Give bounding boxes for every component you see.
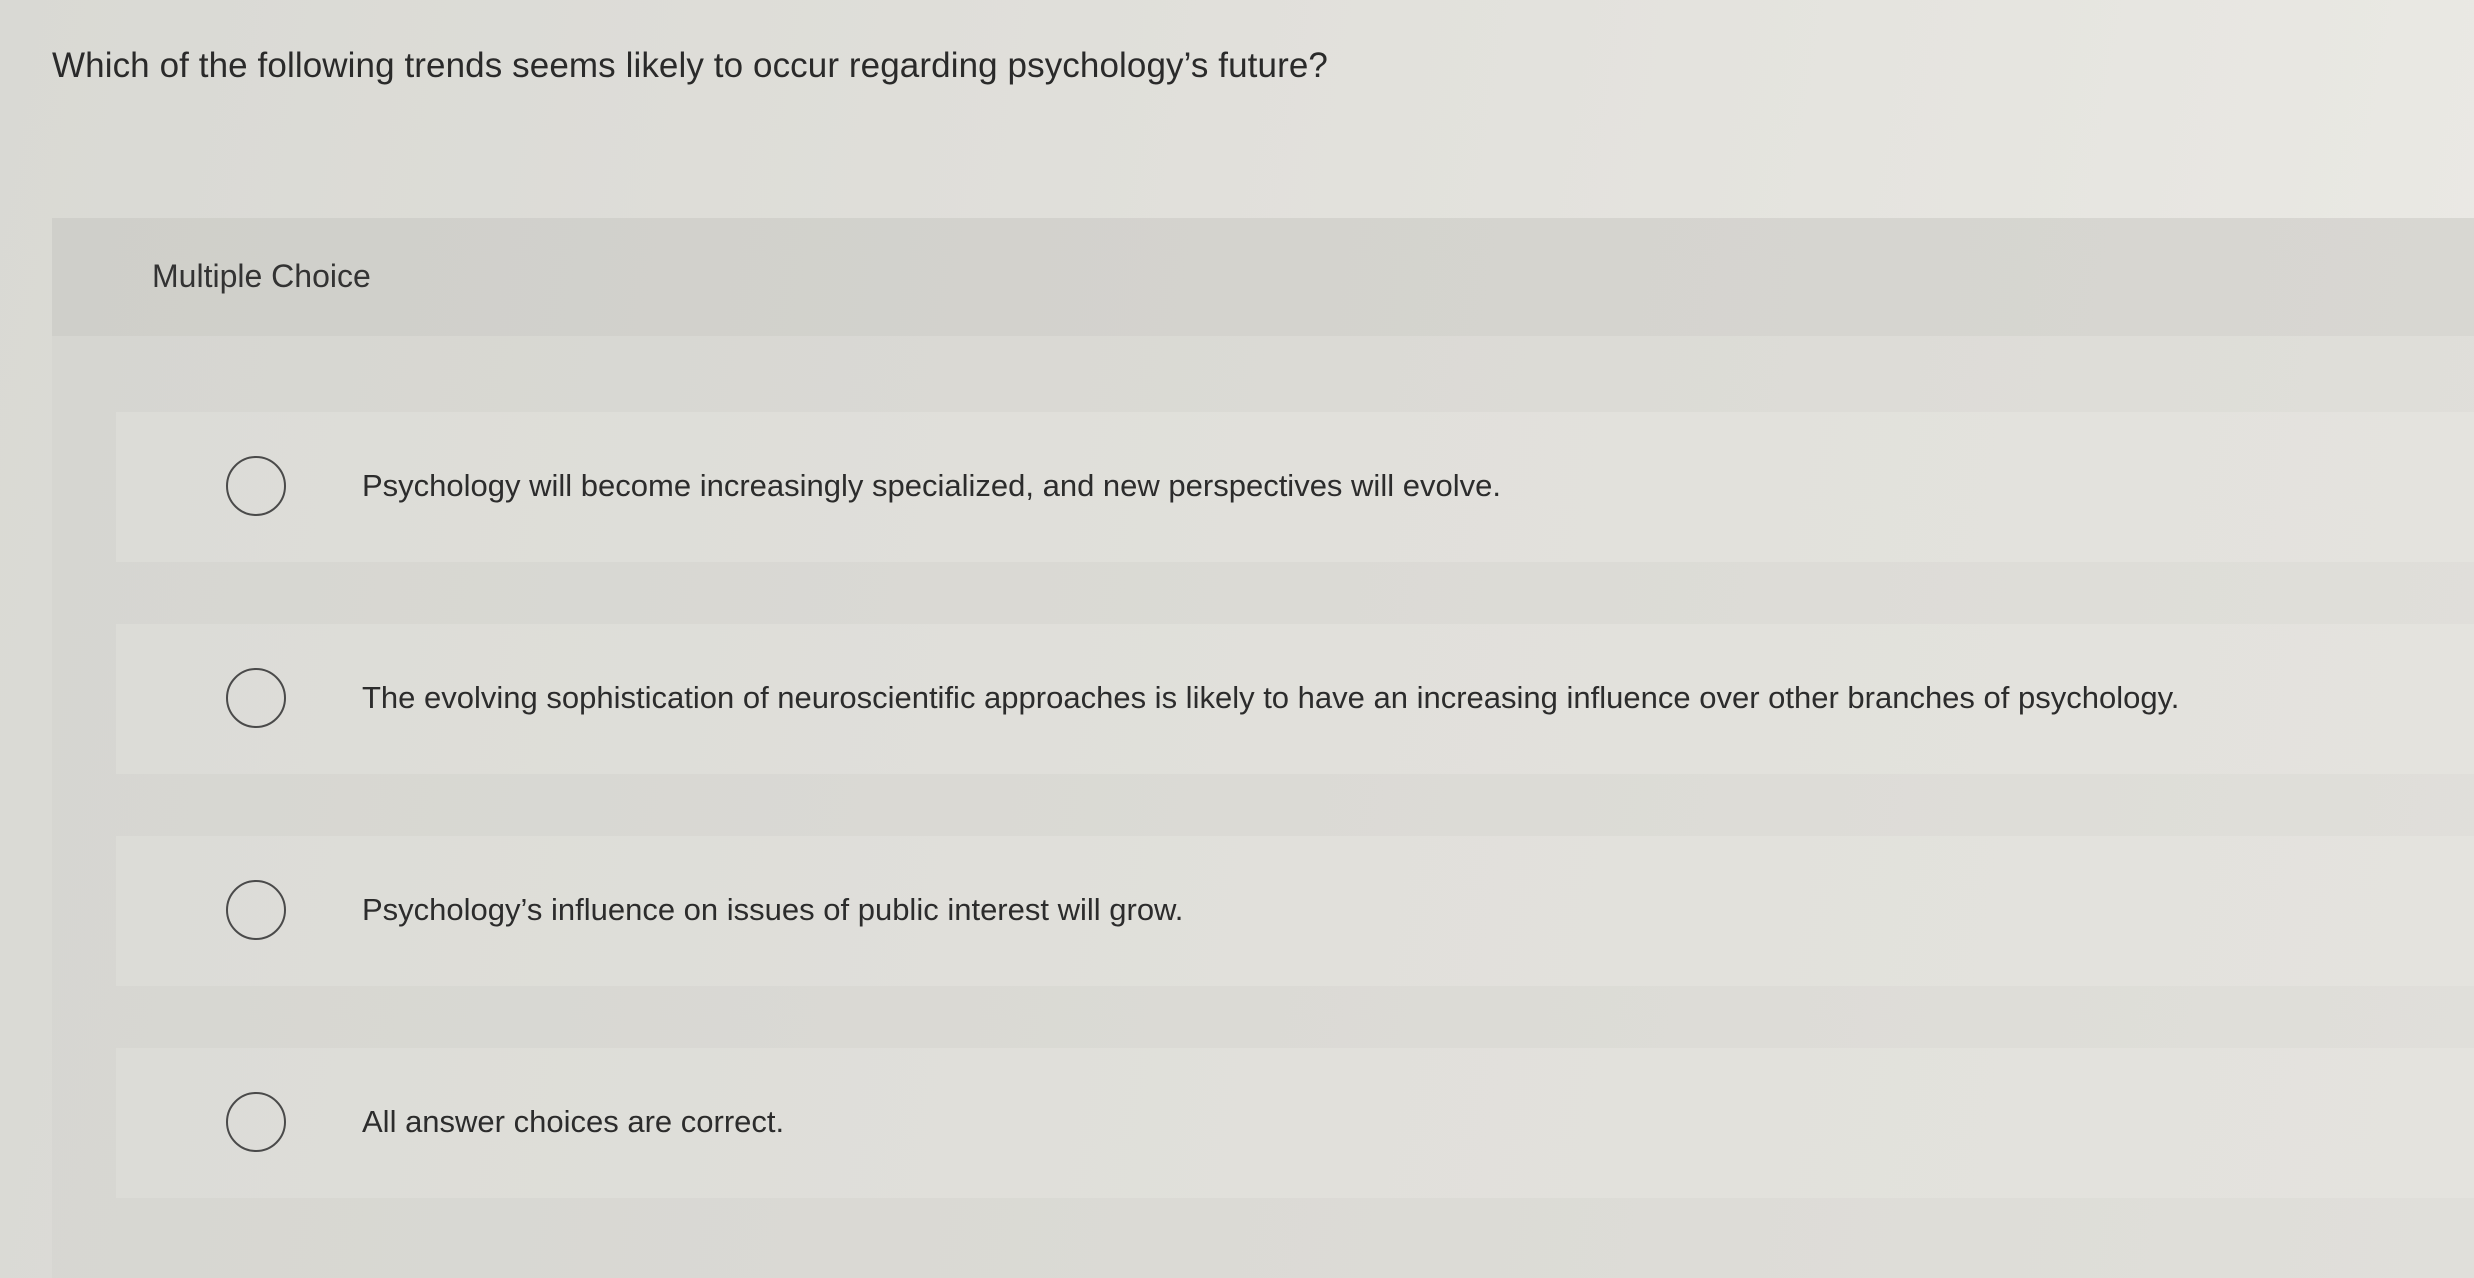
answer-option-1[interactable]: Psychology will become increasingly spec… — [116, 412, 2474, 562]
radio-button-icon[interactable] — [226, 668, 286, 728]
radio-button-icon[interactable] — [226, 1092, 286, 1152]
answer-option-label[interactable]: The evolving sophistication of neuroscie… — [362, 680, 2179, 716]
question-type-label: Multiple Choice — [152, 258, 371, 294]
radio-button-icon[interactable] — [226, 880, 286, 940]
answer-option-label[interactable]: All answer choices are correct. — [362, 1104, 784, 1140]
answer-option-3[interactable]: Psychology’s influence on issues of publ… — [116, 836, 2474, 986]
answer-options: Psychology will become increasingly spec… — [116, 412, 2474, 1260]
answer-option-4[interactable]: All answer choices are correct. — [116, 1048, 2474, 1198]
answer-option-2[interactable]: The evolving sophistication of neuroscie… — [116, 624, 2474, 774]
radio-button-icon[interactable] — [226, 456, 286, 516]
panel-header: Multiple Choice — [52, 218, 2474, 336]
answer-option-label[interactable]: Psychology will become increasingly spec… — [362, 468, 1501, 504]
question-text: Which of the following trends seems like… — [52, 46, 1328, 85]
answer-option-label[interactable]: Psychology’s influence on issues of publ… — [362, 892, 1183, 928]
multiple-choice-panel: Multiple Choice Psychology will become i… — [52, 218, 2474, 1278]
